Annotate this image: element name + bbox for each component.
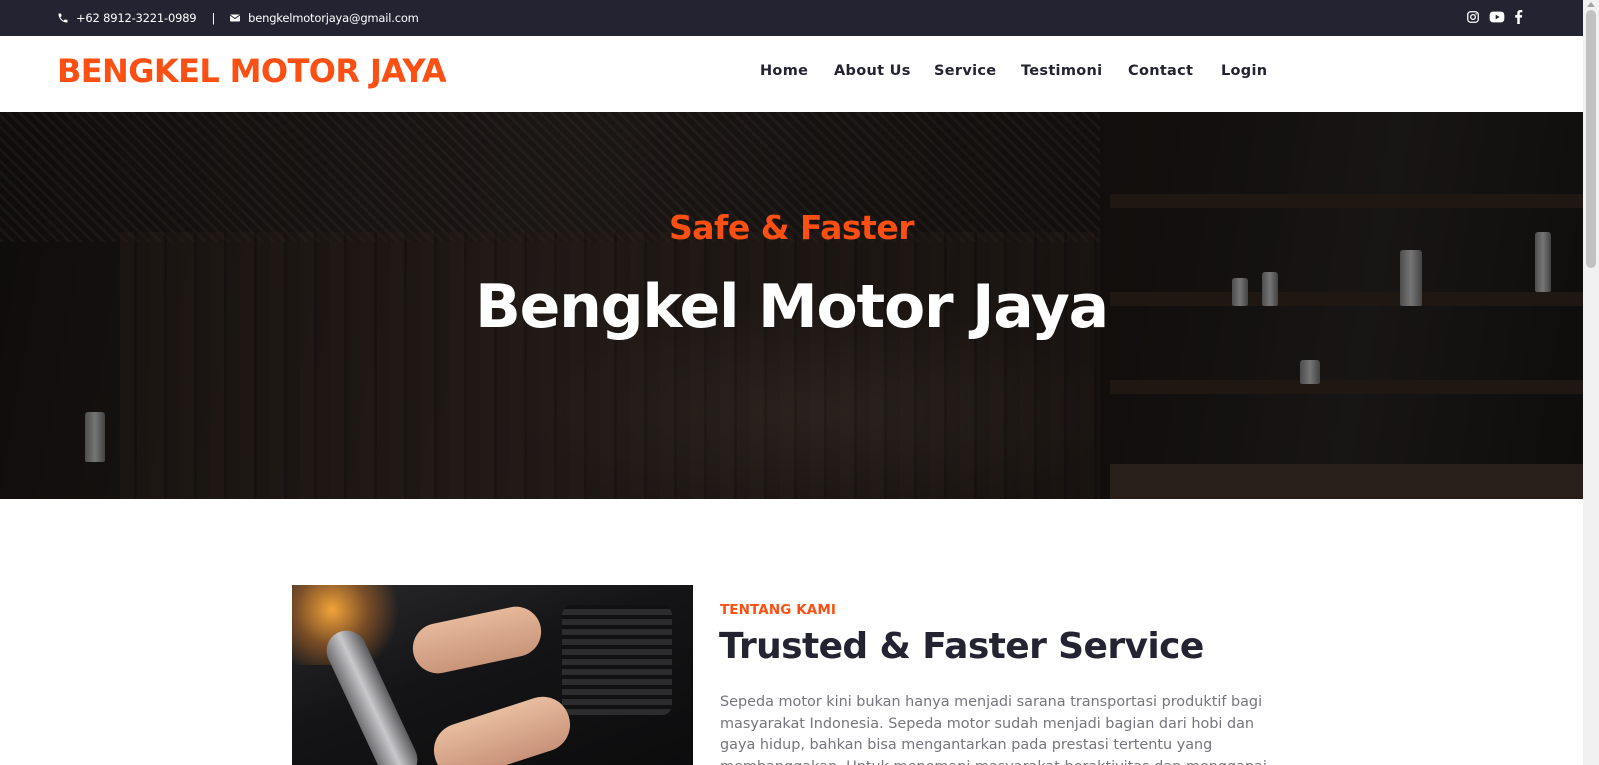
about-image xyxy=(292,585,693,765)
social-links xyxy=(1466,0,1523,36)
about-image-engine xyxy=(562,605,672,715)
facebook-icon[interactable] xyxy=(1514,9,1523,28)
top-contact-bar: +62 8912-3221-0989 | bengkelmotorjaya@gm… xyxy=(0,0,1583,36)
contact-separator: | xyxy=(211,11,216,25)
about-image-hand xyxy=(408,602,546,678)
hero-subtitle: Safe & Faster xyxy=(669,208,914,247)
scroll-up-icon[interactable] xyxy=(1587,2,1595,7)
page-scrollbar[interactable] xyxy=(1583,0,1599,765)
phone-icon xyxy=(57,12,69,24)
about-title: Trusted & Faster Service xyxy=(719,626,1204,667)
main-navbar: BENGKEL MOTOR JAYA Home About Us Service… xyxy=(0,36,1583,112)
nav-contact[interactable]: Contact xyxy=(1128,63,1193,79)
nav-service[interactable]: Service xyxy=(934,63,996,79)
phone-number[interactable]: +62 8912-3221-0989 xyxy=(76,11,197,25)
nav-home[interactable]: Home xyxy=(760,63,808,79)
about-kicker: TENTANG KAMI xyxy=(720,602,836,618)
youtube-icon[interactable] xyxy=(1489,9,1505,28)
contact-info: +62 8912-3221-0989 | bengkelmotorjaya@gm… xyxy=(57,0,419,36)
email-address[interactable]: bengkelmotorjaya@gmail.com xyxy=(248,11,419,25)
nav-login[interactable]: Login xyxy=(1221,63,1267,79)
envelope-icon xyxy=(229,12,241,24)
scrollbar-thumb[interactable] xyxy=(1586,10,1596,268)
brand-logo[interactable]: BENGKEL MOTOR JAYA xyxy=(57,52,447,90)
instagram-icon[interactable] xyxy=(1466,9,1480,28)
hero-banner: Safe & Faster Bengkel Motor Jaya xyxy=(0,112,1583,499)
about-image-hand xyxy=(426,689,578,765)
nav-testimoni[interactable]: Testimoni xyxy=(1021,63,1102,79)
hero-title: Bengkel Motor Jaya xyxy=(475,272,1109,342)
about-description: Sepeda motor kini bukan hanya menjadi sa… xyxy=(720,694,1267,765)
nav-about-us[interactable]: About Us xyxy=(834,63,911,79)
